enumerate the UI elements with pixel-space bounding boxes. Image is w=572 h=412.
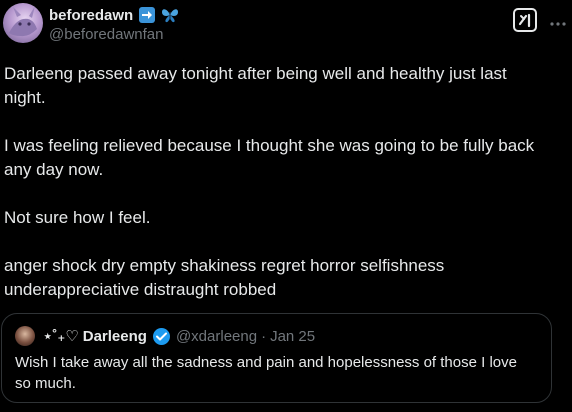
verified-badge-icon	[152, 327, 170, 345]
quoted-handle: @xdarleeng	[175, 327, 258, 345]
author-handle[interactable]: @beforedawnfan	[49, 26, 163, 43]
more-button[interactable]	[548, 8, 568, 36]
tweet-header: beforedawn @beforedawnfan	[0, 0, 572, 52]
quoted-display-name: Darleeng	[82, 327, 147, 345]
tweet-paragraph: Darleeng passed away tonight after being…	[4, 64, 512, 107]
butterfly-emoji-icon	[161, 7, 179, 23]
quoted-author-avatar	[15, 326, 35, 346]
grok-icon	[512, 7, 538, 38]
author-avatar[interactable]	[3, 3, 43, 43]
tweet-paragraph: Not sure how I feel.	[4, 208, 151, 227]
author-name-row: beforedawn	[49, 5, 179, 25]
tweet-paragraph: anger shock dry empty shakiness regret h…	[4, 256, 450, 299]
quoted-tweet-header: ⋆˚₊♡ Darleeng @xdarleeng · Jan 25	[15, 326, 315, 346]
grok-button[interactable]	[510, 7, 540, 38]
right-arrow-emoji-icon	[139, 7, 156, 23]
quoted-date: Jan 25	[270, 327, 316, 345]
author-display-name[interactable]: beforedawn	[49, 7, 133, 24]
quoted-name-prefix: ⋆˚₊♡	[43, 328, 79, 345]
tweet-paragraph: I was feeling relieved because I thought…	[4, 136, 539, 179]
quoted-tweet[interactable]: ⋆˚₊♡ Darleeng @xdarleeng · Jan 25 Wish I…	[1, 313, 552, 403]
tweet-text: Darleeng passed away tonight after being…	[4, 62, 544, 326]
more-horizontal-icon	[550, 13, 566, 31]
separator-dot: ·	[261, 327, 267, 345]
quoted-tweet-text: Wish I take away all the sadness and pai…	[15, 354, 517, 392]
